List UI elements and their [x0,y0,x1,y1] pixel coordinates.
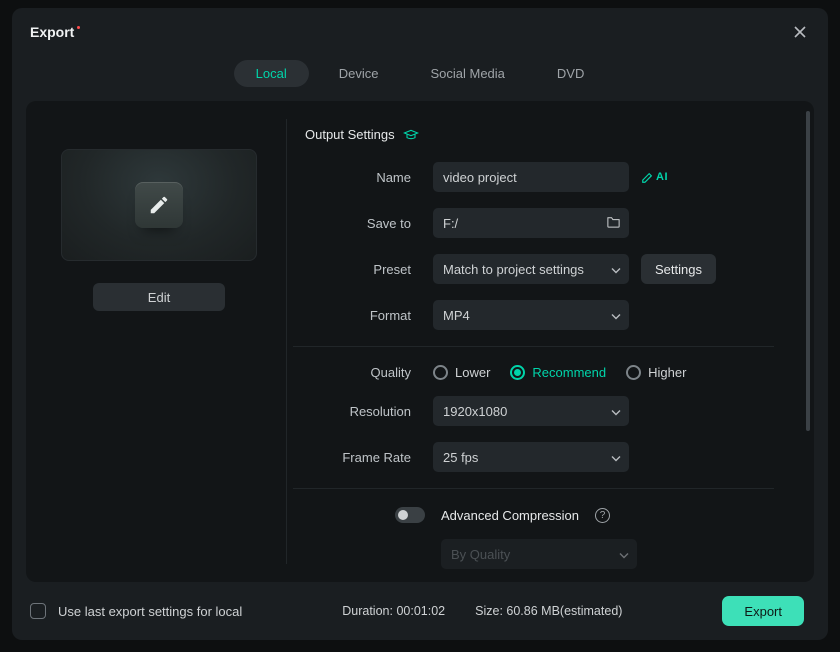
preview-pane: Edit [26,101,286,582]
section-header: Output Settings [305,127,774,142]
use-last-settings-checkbox[interactable] [30,603,46,619]
radio-label: Recommend [532,365,606,380]
footer: Use last export settings for local Durat… [12,582,828,640]
graduation-icon[interactable] [403,128,419,142]
radio-label: Higher [648,365,686,380]
row-compression-mode: By Quality [441,539,774,569]
tab-dvd[interactable]: DVD [535,60,606,87]
row-name: Name AI [293,162,774,192]
format-select[interactable]: MP4 [433,300,629,330]
advanced-compression-toggle[interactable] [395,507,425,523]
size-value: 60.86 MB(estimated) [506,604,622,618]
export-button[interactable]: Export [722,596,804,626]
save-to-field[interactable]: F:/ [433,208,629,238]
chevron-down-icon [611,262,621,277]
resolution-select[interactable]: 1920x1080 [433,396,629,426]
dialog-title: Export [30,24,74,40]
row-quality: Quality Lower Recommend Higher [293,365,774,380]
close-icon [793,25,807,39]
preset-select[interactable]: Match to project settings [433,254,629,284]
pencil-icon [641,170,655,184]
export-dialog: Export Local Device Social Media DVD Edi… [12,8,828,640]
folder-icon [606,215,621,231]
label-name: Name [293,170,433,185]
row-preset: Preset Match to project settings Setting… [293,254,774,284]
scrollbar-thumb[interactable] [806,111,810,431]
row-save-to: Save to F:/ [293,208,774,238]
resolution-value: 1920x1080 [443,404,507,419]
chevron-down-icon [619,547,629,562]
preset-value: Match to project settings [443,262,584,277]
format-value: MP4 [443,308,470,323]
duration-label: Duration: [342,604,393,618]
frame-rate-value: 25 fps [443,450,478,465]
size-info: Size: 60.86 MB(estimated) [475,604,622,618]
quality-radio-recommend[interactable]: Recommend [510,365,606,380]
tab-social-media[interactable]: Social Media [408,60,526,87]
label-save-to: Save to [293,216,433,231]
horizontal-divider [293,346,774,347]
tab-device[interactable]: Device [317,60,401,87]
label-resolution: Resolution [293,404,433,419]
quality-radio-lower[interactable]: Lower [433,365,490,380]
export-tabs: Local Device Social Media DVD [12,52,828,101]
row-resolution: Resolution 1920x1080 [293,396,774,426]
content-area: Edit Output Settings Name AI [26,101,814,582]
duration-value: 00:01:02 [396,604,445,618]
chevron-down-icon [611,308,621,323]
edit-preview-icon [135,182,183,228]
compression-mode-select: By Quality [441,539,637,569]
row-advanced-compression: Advanced Compression ? [395,507,774,523]
row-format: Format MP4 [293,300,774,330]
settings-pane: Output Settings Name AI Save to F:/ [287,101,814,582]
label-format: Format [293,308,433,323]
help-icon[interactable]: ? [595,508,610,523]
footer-info: Duration: 00:01:02 Size: 60.86 MB(estima… [342,604,622,618]
size-label: Size: [475,604,503,618]
radio-dot [626,365,641,380]
chevron-down-icon [611,450,621,465]
preset-settings-button[interactable]: Settings [641,254,716,284]
radio-dot [510,365,525,380]
close-button[interactable] [790,22,810,42]
section-title: Output Settings [305,127,395,142]
save-to-value: F:/ [443,216,458,231]
advanced-compression-label: Advanced Compression [441,508,579,523]
radio-dot [433,365,448,380]
label-frame-rate: Frame Rate [293,450,433,465]
use-last-settings-label: Use last export settings for local [58,604,242,619]
chevron-down-icon [611,404,621,419]
label-quality: Quality [293,365,433,380]
video-preview[interactable] [61,149,257,261]
edit-button[interactable]: Edit [93,283,225,311]
name-input[interactable] [433,162,629,192]
ai-rename-button[interactable]: AI [641,170,668,184]
duration-info: Duration: 00:01:02 [342,604,445,618]
row-frame-rate: Frame Rate 25 fps [293,442,774,472]
quality-radio-group: Lower Recommend Higher [433,365,686,380]
ai-label: AI [656,171,668,183]
quality-radio-higher[interactable]: Higher [626,365,686,380]
label-preset: Preset [293,262,433,277]
radio-label: Lower [455,365,490,380]
horizontal-divider [293,488,774,489]
tab-local[interactable]: Local [234,60,309,87]
compression-mode-value: By Quality [451,547,510,562]
frame-rate-select[interactable]: 25 fps [433,442,629,472]
footer-left: Use last export settings for local [30,603,242,619]
titlebar: Export [12,8,828,52]
scrollbar[interactable] [806,111,810,572]
